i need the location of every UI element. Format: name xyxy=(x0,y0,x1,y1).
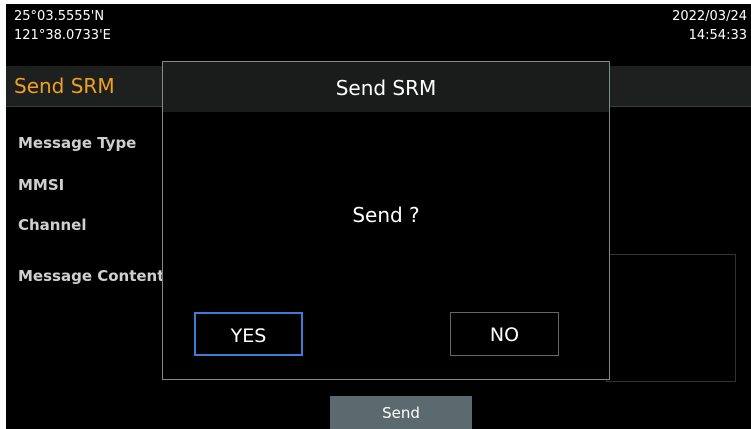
dialog-title: Send SRM xyxy=(163,62,609,112)
page-title: Send SRM xyxy=(14,74,115,98)
message-content-label: Message Content xyxy=(18,267,165,285)
message-type-label: Message Type xyxy=(18,134,137,152)
channel-label: Channel xyxy=(18,216,87,234)
longitude-readout: 121°38.0733'E xyxy=(14,28,111,43)
date-readout: 2022/03/24 xyxy=(672,9,747,24)
send-button[interactable]: Send xyxy=(330,396,472,429)
dialog-message: Send ? xyxy=(352,203,420,227)
message-content-field[interactable] xyxy=(606,254,736,382)
mmsi-label: MMSI xyxy=(18,176,65,194)
time-readout: 14:54:33 xyxy=(688,28,747,43)
confirm-dialog: Send SRM Send ? YES NO xyxy=(162,61,610,380)
no-button[interactable]: NO xyxy=(450,312,559,356)
yes-button[interactable]: YES xyxy=(194,312,303,356)
device-screen: 25°03.5555'N 121°38.0733'E 2022/03/24 14… xyxy=(6,4,751,429)
latitude-readout: 25°03.5555'N xyxy=(14,9,105,24)
